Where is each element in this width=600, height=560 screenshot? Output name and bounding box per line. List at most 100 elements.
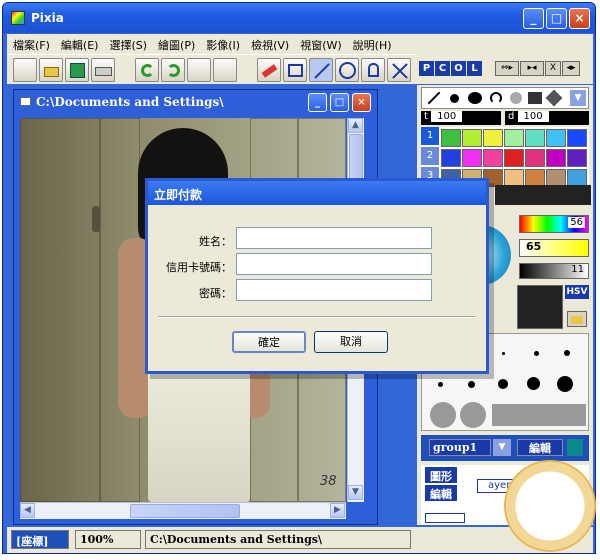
menu-select[interactable]: 選擇(S) xyxy=(103,34,152,53)
color-swatch[interactable] xyxy=(546,129,566,147)
swatch-row-1[interactable]: 1 xyxy=(421,127,439,145)
brush-size-1[interactable] xyxy=(502,352,505,355)
collapse-panel-button[interactable]: ▸◂ xyxy=(520,61,544,76)
menu-view[interactable]: 檢視(V) xyxy=(245,34,294,53)
eraser-icon[interactable] xyxy=(257,58,281,82)
color-swatch[interactable] xyxy=(525,149,545,167)
pen-icon[interactable] xyxy=(427,91,441,105)
blur-icon[interactable] xyxy=(510,92,522,104)
opacity-field[interactable]: t 100 xyxy=(421,111,501,125)
color-swatch[interactable] xyxy=(504,129,524,147)
vertical-scroll-thumb[interactable] xyxy=(349,134,363,180)
ellipse-icon[interactable] xyxy=(335,58,359,82)
brush-size-2[interactable] xyxy=(534,351,539,356)
layer-thumbnail[interactable] xyxy=(425,513,465,523)
scroll-down-arrow[interactable]: ▼ xyxy=(348,485,363,500)
expand-panel-button[interactable]: ⇔▸ xyxy=(495,61,519,76)
doc-minimize-button[interactable]: _ xyxy=(308,93,327,112)
curve-icon[interactable] xyxy=(490,92,502,104)
watermark-logo xyxy=(504,460,596,552)
palette-tab-l[interactable]: L xyxy=(467,61,482,76)
panel-toggle-button[interactable]: ◂▸ xyxy=(562,61,580,76)
horizontal-scroll-thumb[interactable] xyxy=(130,504,240,518)
color-swatch[interactable] xyxy=(441,129,461,147)
menu-edit[interactable]: 編輯(E) xyxy=(55,34,104,53)
brush-icon[interactable] xyxy=(450,94,459,103)
density-field[interactable]: d 100 xyxy=(505,111,589,125)
brush-size-4[interactable] xyxy=(438,382,443,387)
brightness-bar[interactable]: 11 xyxy=(519,263,589,279)
password-input[interactable] xyxy=(236,279,432,301)
open-folder-icon[interactable] xyxy=(39,58,63,82)
polygon-icon[interactable] xyxy=(361,58,385,82)
palette-tab-c[interactable]: C xyxy=(435,61,450,76)
save-icon[interactable] xyxy=(65,58,89,82)
doc-maximize-button[interactable]: □ xyxy=(330,93,349,112)
color-swatch[interactable] xyxy=(504,149,524,167)
name-input[interactable] xyxy=(236,227,432,249)
panel-close-button[interactable]: X xyxy=(545,61,561,76)
brush-size-5[interactable] xyxy=(468,381,475,388)
print-icon[interactable] xyxy=(91,58,115,82)
brush-size-8[interactable] xyxy=(557,376,573,392)
horizontal-scrollbar[interactable]: ◀ ▶ xyxy=(20,502,346,519)
palette-tab-o[interactable]: O xyxy=(451,61,466,76)
scroll-up-arrow[interactable]: ▲ xyxy=(348,118,363,133)
scroll-right-arrow[interactable]: ▶ xyxy=(330,503,345,518)
brush-size-10[interactable] xyxy=(460,402,486,428)
swatch-row-2[interactable]: 2 xyxy=(421,147,439,165)
group-dropdown-icon[interactable]: ▼ xyxy=(493,439,511,456)
saturation-bar[interactable]: 65 xyxy=(519,239,589,257)
ok-button[interactable]: 確定 xyxy=(232,331,306,353)
color-swatch[interactable] xyxy=(483,129,503,147)
scroll-left-arrow[interactable]: ◀ xyxy=(20,503,35,518)
menu-help[interactable]: 說明(H) xyxy=(347,34,397,53)
color-swatch[interactable] xyxy=(483,149,503,167)
redo-icon[interactable] xyxy=(161,58,185,82)
group-edit-button[interactable]: 編輯 xyxy=(517,439,563,456)
airbrush-icon[interactable] xyxy=(468,92,482,104)
maximize-button[interactable]: □ xyxy=(546,8,567,29)
doc-close-button[interactable]: × xyxy=(352,93,371,112)
color-swatch[interactable] xyxy=(525,129,545,147)
smudge-icon[interactable] xyxy=(545,89,563,107)
brush-size-3[interactable] xyxy=(564,350,570,356)
color-swatch[interactable] xyxy=(567,149,587,167)
cancel-button[interactable]: 取消 xyxy=(314,331,388,353)
menu-image[interactable]: 影像(I) xyxy=(200,34,245,53)
minimize-button[interactable]: _ xyxy=(523,8,544,29)
color-swatch[interactable] xyxy=(546,149,566,167)
shape-tab[interactable]: 圖形 xyxy=(425,467,457,483)
paste-icon[interactable] xyxy=(213,58,237,82)
texture-strip[interactable] xyxy=(495,185,591,205)
card-number-input[interactable] xyxy=(236,253,432,275)
brush-size-large[interactable] xyxy=(492,404,586,426)
rectangle-icon[interactable] xyxy=(283,58,307,82)
brush-size-9[interactable] xyxy=(430,402,456,428)
dropdown-arrow-icon[interactable]: ▼ xyxy=(570,90,586,106)
menu-window[interactable]: 視窗(W) xyxy=(294,34,346,53)
brush-size-7[interactable] xyxy=(527,377,540,390)
play-icon[interactable] xyxy=(567,439,583,456)
fill-icon[interactable] xyxy=(528,92,542,104)
line-icon[interactable] xyxy=(309,58,333,82)
cross-icon[interactable] xyxy=(387,58,411,82)
color-swatch[interactable] xyxy=(441,149,461,167)
brush-size-6[interactable] xyxy=(498,379,508,389)
color-swatch[interactable] xyxy=(462,129,482,147)
group-selector[interactable]: group1 xyxy=(429,439,491,456)
current-color-preview[interactable] xyxy=(517,285,563,329)
palette-tab-p[interactable]: P xyxy=(419,61,434,76)
hue-bar[interactable]: 56 xyxy=(519,215,589,233)
folder-icon[interactable] xyxy=(567,311,587,327)
undo-icon[interactable] xyxy=(135,58,159,82)
color-swatch[interactable] xyxy=(567,129,587,147)
copy-icon[interactable] xyxy=(187,58,211,82)
close-button[interactable]: × xyxy=(569,8,590,29)
menu-draw[interactable]: 繪圖(P) xyxy=(152,34,200,53)
new-file-icon[interactable] xyxy=(13,58,37,82)
hsv-toggle[interactable]: HSV xyxy=(565,285,589,299)
color-swatch[interactable] xyxy=(462,149,482,167)
menu-file[interactable]: 檔案(F) xyxy=(7,34,55,53)
layer-edit-button[interactable]: 編輯 xyxy=(425,485,457,501)
